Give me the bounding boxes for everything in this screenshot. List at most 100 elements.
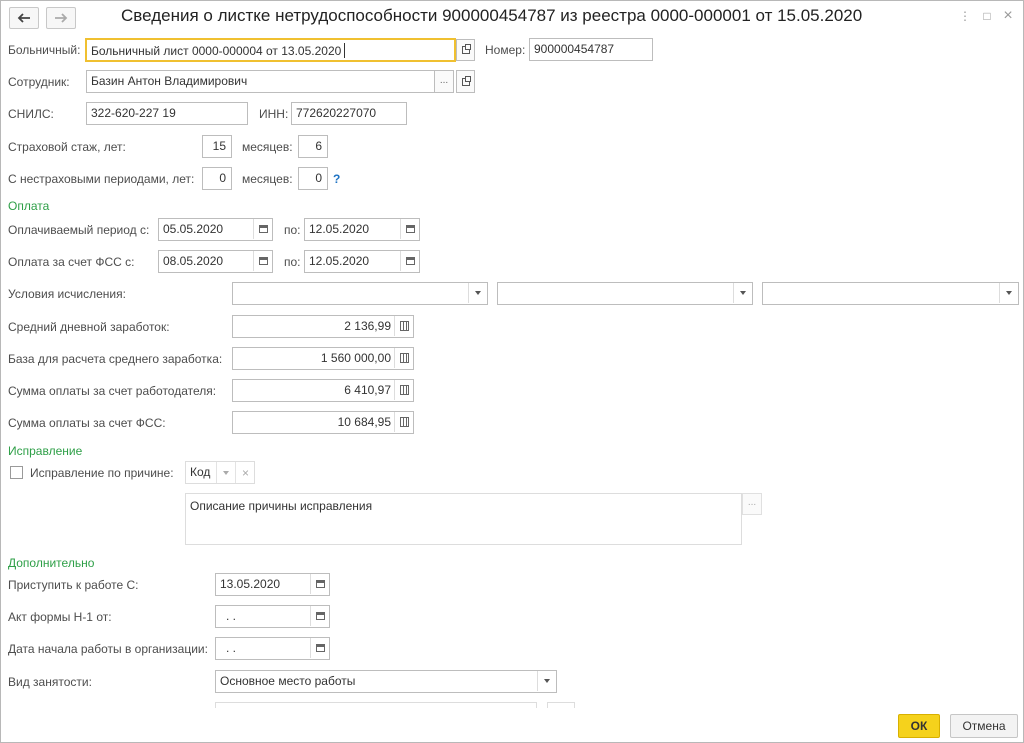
insurance-years-label: Страховой стаж, лет: bbox=[8, 140, 126, 154]
noninsurance-months-label: месяцев: bbox=[242, 172, 293, 186]
correction-description-button[interactable]: ... bbox=[742, 493, 762, 515]
calendar-icon bbox=[315, 612, 325, 620]
dropdown-icon bbox=[475, 291, 481, 295]
correction-section-title: Исправление bbox=[8, 444, 83, 458]
conditions-select-3[interactable] bbox=[762, 282, 1019, 305]
calculator-icon bbox=[399, 385, 409, 395]
org-start-field[interactable]: . . bbox=[215, 637, 330, 660]
act-value: . . bbox=[226, 609, 237, 623]
number-value: 900000454787 bbox=[534, 42, 615, 56]
sick-leave-open-button[interactable] bbox=[456, 39, 475, 61]
calendar-button[interactable] bbox=[253, 251, 272, 271]
help-icon[interactable]: ? bbox=[333, 172, 340, 186]
dropdown-button[interactable] bbox=[537, 671, 556, 691]
more-icon[interactable]: ⋮ bbox=[956, 7, 974, 25]
sick-leave-value: Больничный лист 0000-000004 от 13.05.202… bbox=[91, 44, 342, 58]
correction-description-field[interactable]: Описание причины исправления bbox=[185, 493, 742, 545]
start-work-value: 13.05.2020 bbox=[220, 577, 281, 591]
calculator-icon bbox=[399, 353, 409, 363]
base-label: База для расчета среднего заработка: bbox=[8, 352, 223, 366]
snils-label: СНИЛС: bbox=[8, 107, 54, 121]
calendar-icon bbox=[315, 644, 325, 652]
dropdown-icon bbox=[223, 470, 229, 475]
base-value: 1 560 000,00 bbox=[320, 351, 391, 365]
avg-daily-value: 2 136,99 bbox=[344, 319, 391, 333]
employee-select-button[interactable]: ... bbox=[434, 70, 454, 93]
correction-code-dropdown[interactable] bbox=[216, 462, 235, 483]
fss-period-to-label: по: bbox=[284, 255, 301, 269]
calendar-icon bbox=[405, 225, 415, 233]
forward-arrow-icon bbox=[55, 13, 68, 23]
additional-section-title: Дополнительно bbox=[8, 556, 95, 570]
inn-field[interactable]: 772620227070 bbox=[291, 102, 407, 125]
number-field[interactable]: 900000454787 bbox=[529, 38, 653, 61]
dropdown-button[interactable] bbox=[999, 283, 1018, 303]
calculator-button[interactable] bbox=[394, 380, 413, 400]
inn-label: ИНН: bbox=[259, 107, 289, 121]
calculator-button[interactable] bbox=[394, 316, 413, 336]
insurance-months-label: месяцев: bbox=[242, 140, 293, 154]
back-button[interactable] bbox=[9, 7, 39, 29]
calendar-button[interactable] bbox=[310, 574, 329, 594]
window-title: Сведения о листке нетрудоспособности 900… bbox=[121, 6, 863, 25]
correction-checkbox[interactable] bbox=[10, 466, 23, 479]
start-work-label: Приступить к работе С: bbox=[8, 578, 139, 592]
fss-period-label: Оплата за счет ФСС с: bbox=[8, 255, 135, 269]
forward-button[interactable] bbox=[46, 7, 76, 29]
calendar-button[interactable] bbox=[400, 251, 419, 271]
fss-sum-field[interactable]: 10 684,95 bbox=[232, 411, 414, 434]
paid-period-label: Оплачиваемый период с: bbox=[8, 223, 150, 237]
close-icon[interactable]: × bbox=[999, 7, 1017, 25]
ok-button[interactable]: ОК bbox=[898, 714, 940, 738]
cancel-button[interactable]: Отмена bbox=[950, 714, 1018, 738]
text-cursor bbox=[344, 43, 345, 58]
fss-period-from-value: 08.05.2020 bbox=[163, 254, 224, 268]
employer-sum-value: 6 410,97 bbox=[344, 383, 391, 397]
calendar-icon bbox=[405, 257, 415, 265]
calendar-button[interactable] bbox=[253, 219, 272, 239]
calendar-button[interactable] bbox=[400, 219, 419, 239]
avg-daily-label: Средний дневной заработок: bbox=[8, 320, 170, 334]
employee-label: Сотрудник: bbox=[8, 75, 70, 89]
avg-daily-field[interactable]: 2 136,99 bbox=[232, 315, 414, 338]
conditions-select-1[interactable] bbox=[232, 282, 488, 305]
start-work-field[interactable]: 13.05.2020 bbox=[215, 573, 330, 596]
back-arrow-icon bbox=[17, 13, 30, 23]
noninsurance-months-field[interactable]: 0 bbox=[298, 167, 328, 190]
calendar-button[interactable] bbox=[310, 606, 329, 626]
paid-period-to-field[interactable]: 12.05.2020 bbox=[304, 218, 420, 241]
clear-icon[interactable]: × bbox=[235, 462, 255, 483]
calendar-icon bbox=[258, 257, 268, 265]
snils-value: 322-620-227 19 bbox=[91, 106, 176, 120]
conditions-label: Условия исчисления: bbox=[8, 287, 126, 301]
fss-period-from-field[interactable]: 08.05.2020 bbox=[158, 250, 273, 273]
calculator-button[interactable] bbox=[394, 348, 413, 368]
employee-open-button[interactable] bbox=[456, 70, 475, 93]
employer-sum-field[interactable]: 6 410,97 bbox=[232, 379, 414, 402]
payment-section-title: Оплата bbox=[8, 199, 50, 213]
dropdown-button[interactable] bbox=[468, 283, 487, 303]
paid-period-from-field[interactable]: 05.05.2020 bbox=[158, 218, 273, 241]
employment-select[interactable]: Основное место работы bbox=[215, 670, 557, 693]
maximize-icon[interactable]: □ bbox=[978, 7, 996, 25]
conditions-select-2[interactable] bbox=[497, 282, 753, 305]
fss-period-to-field[interactable]: 12.05.2020 bbox=[304, 250, 420, 273]
correction-description-placeholder: Описание причины исправления bbox=[190, 499, 373, 513]
act-field[interactable]: . . bbox=[215, 605, 330, 628]
employee-field[interactable]: Базин Антон Владимирович bbox=[86, 70, 435, 93]
calendar-button[interactable] bbox=[310, 638, 329, 658]
correction-code-field[interactable]: Код × bbox=[185, 461, 255, 484]
dropdown-button[interactable] bbox=[733, 283, 752, 303]
correction-code-placeholder: Код bbox=[190, 465, 211, 479]
snils-field[interactable]: 322-620-227 19 bbox=[86, 102, 248, 125]
base-field[interactable]: 1 560 000,00 bbox=[232, 347, 414, 370]
noninsurance-years-field[interactable]: 0 bbox=[202, 167, 232, 190]
insurance-years-field[interactable]: 15 bbox=[202, 135, 232, 158]
org-start-value: . . bbox=[226, 641, 237, 655]
ellipsis-icon: ... bbox=[747, 497, 757, 508]
sick-leave-field[interactable]: Больничный лист 0000-000004 от 13.05.202… bbox=[85, 38, 456, 62]
noninsurance-years-label: С нестраховыми периодами, лет: bbox=[8, 172, 195, 186]
paid-period-to-label: по: bbox=[284, 223, 301, 237]
insurance-months-field[interactable]: 6 bbox=[298, 135, 328, 158]
calculator-button[interactable] bbox=[394, 412, 413, 432]
